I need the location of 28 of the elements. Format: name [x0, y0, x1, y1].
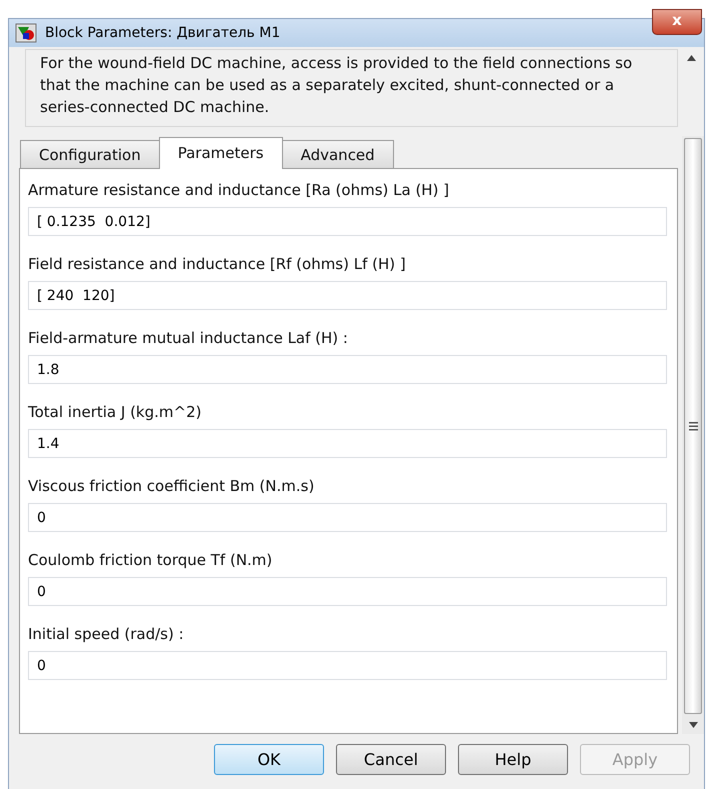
parameter-label: Field resistance and inductance [Rf (ohms) Lf (H) ]	[28, 254, 407, 275]
input-field[interactable]: 0	[28, 503, 667, 532]
parameter-label: Total inertia J (kg.m^2)	[28, 402, 202, 423]
dialog-button[interactable]: Cancel	[336, 744, 446, 775]
input-field[interactable]: 1.4	[28, 429, 667, 458]
description-text: For the wound-field DC machine, access is provided to the field connections so that the machine can be used as a separately excited, shunt-connected or a series-connected DC machine.	[25, 49, 678, 127]
parameter-label: Armature resistance and inductance [Ra (ohms) La (H) ]	[28, 180, 450, 201]
grip-icon	[688, 422, 698, 430]
window-title: Block Parameters: Двигатель М1	[45, 24, 280, 42]
block-icon	[15, 23, 37, 43]
tab[interactable]: Parameters	[158, 137, 283, 169]
dialog-button[interactable]: OK	[214, 744, 324, 775]
dialog-button[interactable]: Help	[458, 744, 568, 775]
parameter-label: Field-armature mutual inductance Laf (H) :	[28, 328, 349, 349]
input-field[interactable]: 0	[28, 577, 667, 606]
input-field[interactable]: 0	[28, 651, 667, 680]
scroll-up-icon[interactable]	[686, 55, 696, 61]
parameter-label: Coulomb friction torque Tf (N.m)	[28, 550, 274, 571]
scrollbar[interactable]	[682, 136, 704, 734]
input-field[interactable]: [ 240 120]	[28, 281, 667, 310]
input-field[interactable]: 1.8	[28, 355, 667, 384]
parameter-label: Viscous friction coefficient Bm (N.m.s)	[28, 476, 316, 497]
tab[interactable]: Advanced	[282, 140, 394, 168]
tab[interactable]: Configuration	[20, 140, 160, 168]
scroll-thumb[interactable]	[684, 138, 702, 714]
input-field[interactable]: [ 0.1235 0.012]	[28, 207, 667, 236]
parameter-label: Initial speed (rad/s) :	[28, 624, 185, 645]
scroll-down-icon[interactable]	[688, 722, 698, 728]
